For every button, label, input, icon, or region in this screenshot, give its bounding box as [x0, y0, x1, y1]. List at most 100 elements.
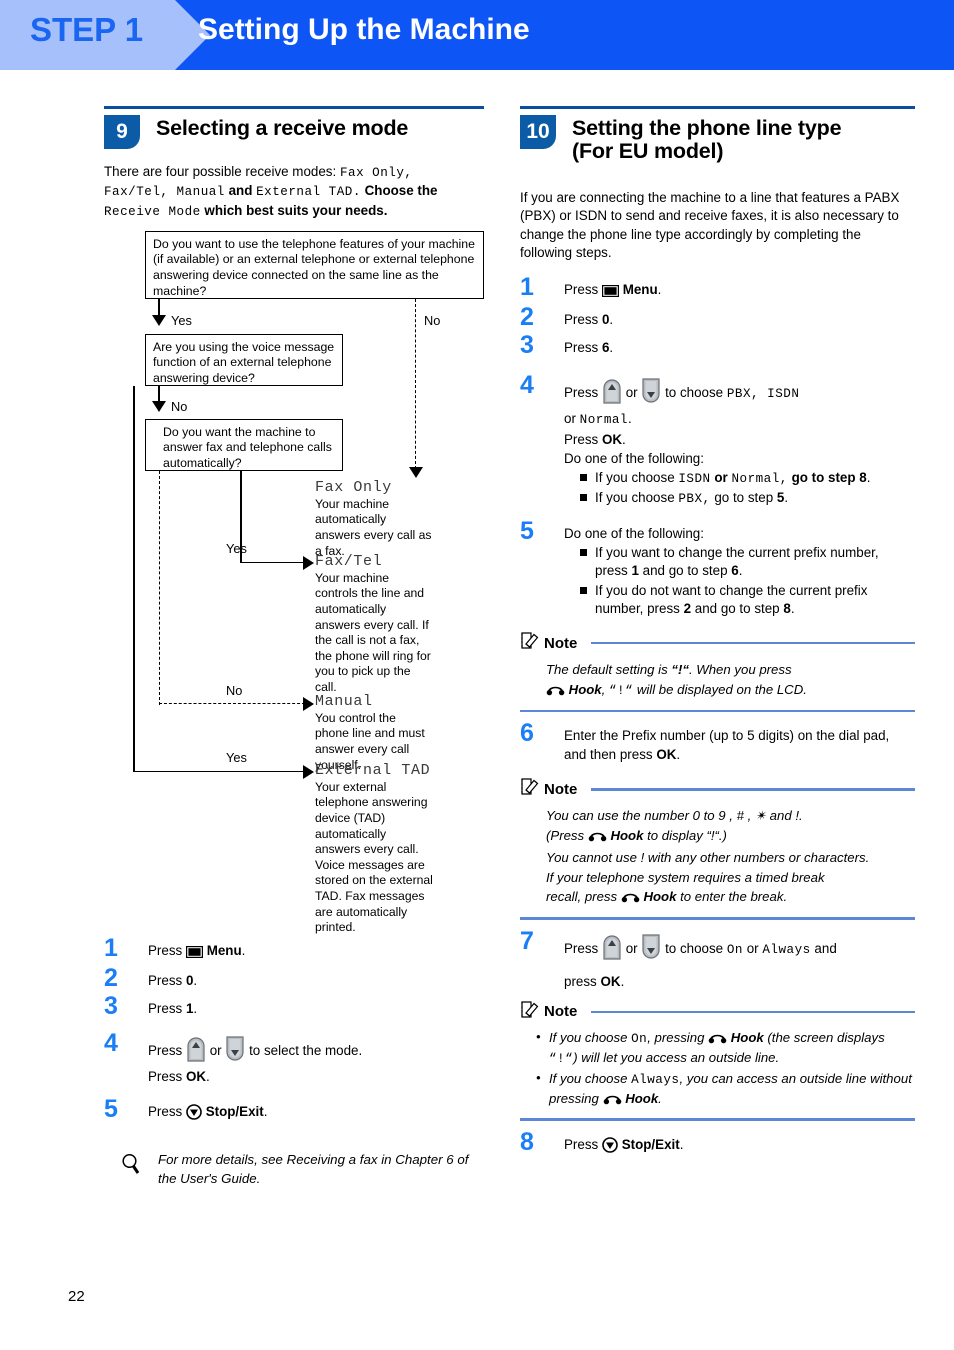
right-column: 10 Setting the phone line type (For EU m… [520, 106, 915, 1158]
step-number: 1 [520, 273, 534, 302]
hook-label: Hook [625, 1090, 659, 1106]
flow-arrow-yes-1 [152, 314, 166, 326]
step-3: 3 Press 6. [520, 333, 915, 358]
step-text: Press or to select the mode. Press OK. [148, 1032, 484, 1086]
up-arrow-key-icon[interactable] [602, 378, 622, 409]
or-word-2: or [564, 411, 580, 426]
note-pencil-icon [520, 1000, 539, 1024]
step-label: STEP 1 [30, 11, 144, 48]
section-title: Setting the phone line type (For EU mode… [572, 115, 842, 163]
flow-label-yes-1: Yes [171, 312, 192, 328]
flow-label-no-1: No [424, 312, 441, 328]
do-one-of-following: Do one of the following: [564, 526, 704, 542]
or-word: or [625, 940, 642, 956]
flow-line-yes-3-h [240, 561, 305, 564]
note-3: Note If you choose On, pressing Hook (th… [520, 1000, 915, 1121]
button-label: Stop/Exit [205, 1104, 264, 1120]
period: . [628, 411, 632, 426]
press-word: Press [564, 340, 602, 356]
period: . [206, 1069, 210, 1085]
note-end-rule [520, 917, 915, 920]
step-text: Do one of the following: If you want to … [564, 520, 915, 618]
section-title-line-2: (For EU model) [572, 139, 724, 163]
hook-label: Hook [568, 681, 602, 697]
flow-mode-fax-tel: Fax/Tel Your machine controls the line a… [315, 553, 433, 696]
option-isdn: ISDN [678, 471, 711, 486]
note-1: Note The default setting is “!“. When yo… [520, 631, 915, 713]
mode-description: Your external telephone answering device… [315, 779, 433, 935]
step-2: 2 Press 0. [520, 305, 915, 330]
flow-arrow-no-3 [303, 696, 314, 711]
flow-line-yes-2-h [133, 770, 305, 773]
step-text: Press or to choose PBX, ISDN or Normal. … [564, 374, 915, 508]
step-2: 2 Press 0. [104, 965, 484, 991]
press-word-2: Press [148, 1069, 186, 1085]
step-ref: 8 [859, 469, 867, 485]
hook-icon[interactable] [708, 1031, 727, 1049]
flow-mode-fax-only: Fax Only Your machine automatically answ… [315, 479, 433, 559]
note-body: If you choose On, pressing Hook (the scr… [520, 1028, 915, 1110]
section-10: 10 Setting the phone line type (For EU m… [520, 106, 915, 163]
stop-exit-icon[interactable] [602, 1136, 618, 1158]
note-rule [591, 788, 915, 791]
button-label: Menu [206, 942, 242, 958]
left-column: 9 Selecting a receive mode There are fou… [104, 106, 484, 1188]
press-word: Press [564, 940, 602, 956]
down-arrow-key-icon[interactable] [641, 378, 661, 409]
choose-word: to choose [665, 384, 727, 400]
step-text: Press Menu. [148, 937, 484, 963]
down-arrow-key-icon[interactable] [225, 1036, 245, 1067]
step-text: Enter the Prefix number (up to 5 digits)… [564, 728, 890, 763]
stop-exit-icon[interactable] [186, 1104, 202, 1125]
press-word: Press [148, 1043, 186, 1059]
up-arrow-key-icon[interactable] [602, 934, 622, 965]
note-label: Note [544, 780, 578, 798]
section-title: Selecting a receive mode [156, 116, 409, 140]
step-ref: 6 [731, 563, 739, 579]
period: . [609, 312, 614, 328]
ok-label: OK [656, 747, 677, 763]
press-word: Press [564, 312, 602, 328]
step-text: Press 1. [148, 995, 484, 1019]
step-text: Press or to choose On or Always and pres… [564, 930, 915, 991]
page-number: 22 [68, 1288, 85, 1305]
option-on: On [631, 1031, 648, 1046]
flow-label-yes-2: Yes [226, 749, 247, 765]
option-normal: Normal [579, 413, 628, 427]
note-end-rule [520, 1118, 915, 1121]
hook-icon[interactable] [621, 889, 640, 909]
intro-lcd-4: Receive Mode [104, 204, 201, 219]
option-always: Always [762, 942, 811, 957]
step-number: 5 [520, 517, 534, 546]
up-arrow-key-icon[interactable] [186, 1036, 206, 1067]
choose-word: to choose [665, 940, 727, 956]
flow-dash-no-3-h [159, 702, 305, 704]
menu-icon[interactable] [601, 283, 619, 302]
step-text: Press Stop/Exit. [148, 1098, 484, 1125]
down-arrow-key-icon[interactable] [641, 934, 661, 965]
period: . [193, 972, 198, 988]
step-text: Press 6. [564, 334, 915, 358]
hook-icon[interactable] [603, 1092, 622, 1110]
page-header: STEP 1 Setting Up the Machine [0, 0, 954, 70]
period: . [263, 1104, 268, 1120]
flow-dash-no-3 [159, 470, 160, 705]
note-pencil-icon [520, 777, 539, 801]
hook-label: Hook [730, 1029, 764, 1045]
option-pbx: PBX, [678, 492, 711, 507]
hook-icon[interactable] [546, 682, 565, 702]
step-number: 4 [104, 1029, 118, 1058]
hook-icon[interactable] [588, 828, 607, 848]
note-pencil-icon [520, 631, 539, 655]
note-label: Note [544, 1003, 578, 1021]
tip-block: For more details, see Receiving a fax in… [104, 1151, 484, 1188]
note-2: Note You can use the number 0 to 9 , # ,… [520, 777, 915, 920]
list-item: If you want to change the current prefix… [580, 544, 915, 580]
flow-label-yes-3: Yes [226, 540, 247, 556]
press-word: Press [564, 1136, 602, 1152]
step-3: 3 Press 1. [104, 993, 484, 1019]
bullet-list: If you choose On, pressing Hook (the scr… [532, 1028, 915, 1110]
flow-arrow-no-2 [152, 400, 166, 412]
menu-icon[interactable] [185, 944, 203, 963]
mode-name: Fax Only [315, 478, 392, 496]
